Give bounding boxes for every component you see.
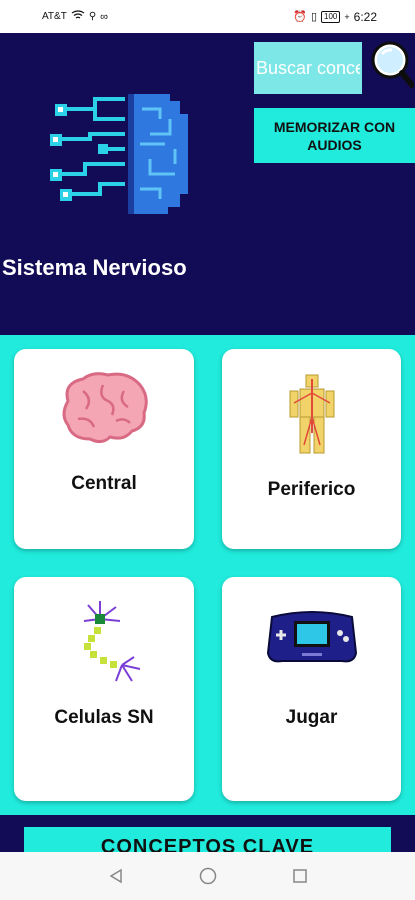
card-label-celulas: Celulas SN <box>54 707 154 728</box>
search-input[interactable] <box>254 42 362 94</box>
battery-icon: 100 <box>321 10 341 23</box>
system-nav-bar <box>0 852 415 900</box>
card-celulas[interactable]: Celulas SN <box>14 577 194 801</box>
memorize-audio-button[interactable]: MEMORIZAR CON AUDIOS <box>254 108 415 163</box>
wifi-icon <box>71 10 85 23</box>
recents-icon[interactable] <box>289 865 311 887</box>
status-bar: AT&T ⚲ ∞ ⏰ ▯ 100 + 6:22 <box>0 0 415 33</box>
card-jugar[interactable]: Jugar <box>222 577 401 801</box>
card-central[interactable]: Central <box>14 349 194 549</box>
vibrate-icon: ▯ <box>310 11 318 23</box>
charging-icon: + <box>344 11 350 22</box>
search-icon[interactable] <box>368 39 414 89</box>
card-label-jugar: Jugar <box>285 707 338 728</box>
page-title: Sistema Nervioso <box>2 255 187 280</box>
bottom-strip: CONCEPTOS CLAVE <box>0 815 415 852</box>
usb-icon: ⚲ <box>88 11 97 22</box>
carrier-label: AT&T <box>42 11 67 22</box>
back-icon[interactable] <box>105 865 127 887</box>
card-periferico[interactable]: Periferico <box>222 349 401 549</box>
alarm-icon: ⏰ <box>293 11 307 23</box>
card-label-central: Central <box>71 473 137 494</box>
key-concepts-button[interactable]: CONCEPTOS CLAVE <box>24 827 391 852</box>
brain-circuit-logo <box>50 94 188 214</box>
body-nerves-icon <box>289 374 335 454</box>
card-label-periferico: Periferico <box>267 479 356 500</box>
header-panel: Sistema Nervioso MEMORIZAR CON AUDIOS <box>0 33 415 335</box>
clock-time: 6:22 <box>353 9 377 24</box>
home-icon[interactable] <box>197 865 219 887</box>
neuron-icon <box>83 601 141 682</box>
brain-icon <box>62 372 148 444</box>
categories-grid: Central Periferico Celulas SN Jugar <box>0 335 415 815</box>
infinity-icon: ∞ <box>100 10 108 23</box>
game-console-icon <box>266 611 358 663</box>
